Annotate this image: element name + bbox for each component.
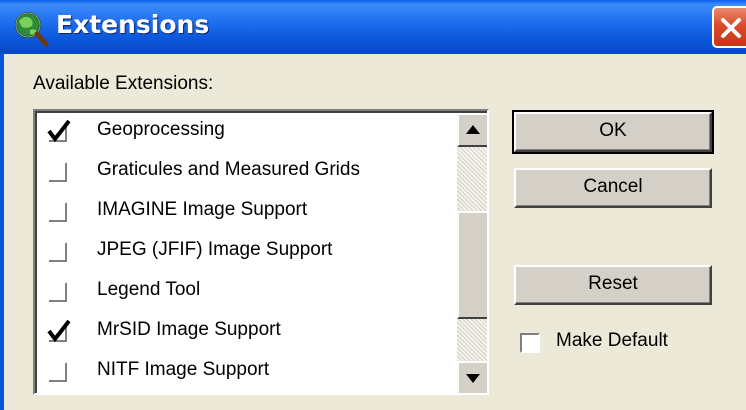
globe-magnifier-icon [10,9,50,47]
unchecked-box-icon[interactable] [49,163,69,183]
list-item[interactable]: Legend Tool [37,273,455,313]
list-item-label: Geoprocessing [97,119,225,140]
checkmark-icon[interactable] [47,319,71,343]
list-item-label: JPEG (JFIF) Image Support [97,239,333,260]
vertical-scrollbar[interactable] [457,113,487,393]
list-item[interactable]: NITF Image Support [37,353,455,393]
unchecked-box-icon[interactable] [49,283,69,303]
ok-button[interactable]: OK [512,110,714,154]
extensions-list[interactable]: Geoprocessing Graticules and Measured Gri… [33,109,489,395]
reset-button[interactable]: Reset [514,265,712,305]
checkmark-icon[interactable] [47,119,71,143]
list-item-label: Legend Tool [97,279,201,300]
list-item-label: MrSID Image Support [97,319,281,340]
title-bar[interactable]: Extensions [0,0,746,54]
unchecked-box-icon[interactable] [49,203,69,223]
scroll-down-button[interactable] [457,361,487,393]
list-item[interactable]: IMAGINE Image Support [37,193,455,233]
list-item-label: Graticules and Measured Grids [97,159,360,180]
list-item-label: IMAGINE Image Support [97,199,308,220]
list-item-label: NITF Image Support [97,359,270,380]
list-item[interactable]: MrSID Image Support [37,313,455,353]
unchecked-box-icon[interactable] [49,363,69,383]
unchecked-box-icon[interactable] [49,243,69,263]
list-item[interactable]: JPEG (JFIF) Image Support [37,233,455,273]
make-default-checkbox[interactable] [520,333,540,353]
extensions-dialog: Extensions Available Extensions: Geoproc… [0,0,746,410]
window-title: Extensions [56,10,210,39]
window-frame-left [0,54,4,410]
make-default-label: Make Default [556,330,668,351]
list-item[interactable]: Graticules and Measured Grids [37,153,455,193]
cancel-button[interactable]: Cancel [514,168,712,208]
scroll-up-button[interactable] [457,113,487,147]
close-button[interactable] [712,6,746,48]
list-item[interactable]: Geoprocessing [37,113,455,153]
scroll-thumb[interactable] [457,211,487,319]
available-extensions-label: Available Extensions: [33,73,214,94]
